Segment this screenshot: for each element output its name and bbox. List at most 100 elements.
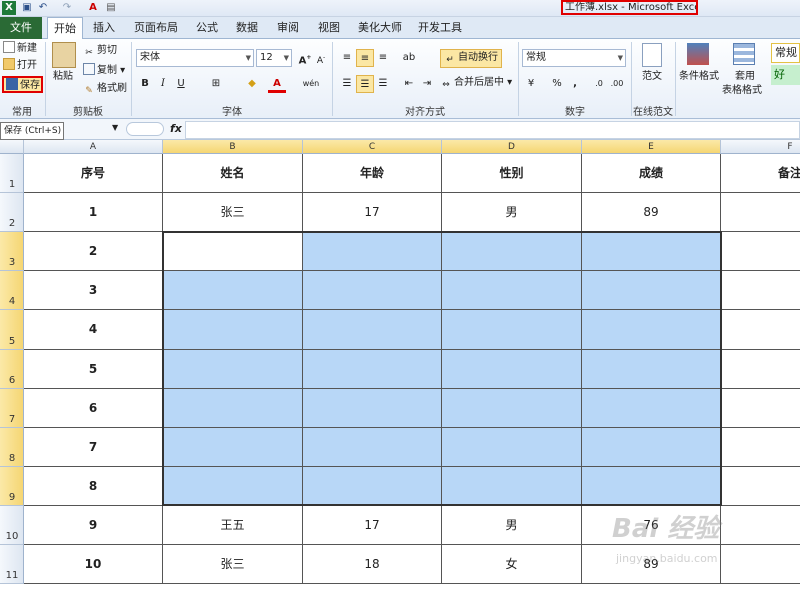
cell-c10[interactable]: 17: [303, 506, 442, 545]
column-header-b[interactable]: B: [163, 140, 303, 154]
select-all-corner[interactable]: [0, 140, 24, 154]
undo-icon[interactable]: ↶: [36, 1, 50, 15]
save-icon[interactable]: ▣: [20, 1, 34, 15]
percent-button[interactable]: %: [548, 75, 566, 93]
cell-f1[interactable]: 备注: [721, 154, 800, 193]
cell-f3[interactable]: [721, 232, 800, 271]
open-button[interactable]: 打开: [3, 58, 37, 73]
style-normal[interactable]: 常规: [771, 43, 800, 63]
increase-indent-icon[interactable]: ⇥: [418, 75, 436, 93]
align-center-icon[interactable]: ☰: [356, 75, 374, 93]
tab-formulas[interactable]: 公式: [190, 17, 224, 39]
font-size-select[interactable]: 12 ▼: [256, 49, 292, 67]
row-header-9[interactable]: 9: [0, 467, 24, 506]
cell-c5[interactable]: [303, 310, 442, 350]
tab-view[interactable]: 视图: [312, 17, 346, 39]
style-good[interactable]: 好: [771, 65, 800, 85]
chevron-down-icon[interactable]: ▼: [112, 123, 118, 132]
wrap-text-button[interactable]: ↵ 自动换行: [440, 49, 502, 68]
tab-review[interactable]: 审阅: [271, 17, 305, 39]
cell-f7[interactable]: [721, 389, 800, 428]
cell-a8[interactable]: 7: [24, 428, 163, 467]
cell-b11[interactable]: 张三: [163, 545, 303, 584]
cell-d6[interactable]: [442, 350, 582, 389]
cell-f6[interactable]: [721, 350, 800, 389]
tab-data[interactable]: 数据: [230, 17, 264, 39]
cell-b8[interactable]: [163, 428, 303, 467]
row-header-7[interactable]: 7: [0, 389, 24, 428]
column-header-c[interactable]: C: [303, 140, 442, 154]
cell-d9[interactable]: [442, 467, 582, 506]
cell-c2[interactable]: 17: [303, 193, 442, 232]
cell-d1[interactable]: 性别: [442, 154, 582, 193]
tab-file[interactable]: 文件: [0, 17, 42, 39]
comma-button[interactable]: ,: [566, 75, 584, 93]
cell-a4[interactable]: 3: [24, 271, 163, 310]
cell-d7[interactable]: [442, 389, 582, 428]
cell-f8[interactable]: [721, 428, 800, 467]
align-left-icon[interactable]: ☰: [338, 75, 356, 93]
cell-c4[interactable]: [303, 271, 442, 310]
italic-button[interactable]: I: [154, 75, 172, 93]
tab-home[interactable]: 开始: [47, 17, 83, 40]
cell-c1[interactable]: 年龄: [303, 154, 442, 193]
cell-a3[interactable]: 2: [24, 232, 163, 271]
merge-center-button[interactable]: ⇔ 合并后居中 ▾: [440, 76, 512, 91]
cell-e4[interactable]: [582, 271, 721, 310]
cell-b2[interactable]: 张三: [163, 193, 303, 232]
cell-c3[interactable]: [303, 232, 442, 271]
tab-page-layout[interactable]: 页面布局: [130, 17, 182, 39]
row-header-1[interactable]: 1: [0, 154, 24, 193]
currency-icon[interactable]: ¥: [522, 75, 540, 93]
cell-d8[interactable]: [442, 428, 582, 467]
save-button[interactable]: 保存: [2, 76, 43, 93]
redo-icon[interactable]: ↷: [60, 1, 74, 15]
cell-b9[interactable]: [163, 467, 303, 506]
cell-e5[interactable]: [582, 310, 721, 350]
cell-e1[interactable]: 成绩: [582, 154, 721, 193]
row-header-4[interactable]: 4: [0, 271, 24, 310]
column-header-a[interactable]: A: [24, 140, 163, 154]
cell-b7[interactable]: [163, 389, 303, 428]
cell-a5[interactable]: 4: [24, 310, 163, 350]
format-painter-button[interactable]: ✎ 格式刷: [83, 82, 127, 97]
row-header-6[interactable]: 6: [0, 350, 24, 389]
formula-input[interactable]: [185, 121, 800, 139]
cell-d3[interactable]: [442, 232, 582, 271]
column-header-d[interactable]: D: [442, 140, 582, 154]
phonetic-icon[interactable]: wén: [302, 75, 320, 93]
decrease-decimal-icon[interactable]: .00: [608, 75, 626, 93]
row-header-8[interactable]: 8: [0, 428, 24, 467]
cell-c9[interactable]: [303, 467, 442, 506]
cell-c8[interactable]: [303, 428, 442, 467]
cell-e8[interactable]: [582, 428, 721, 467]
paste-icon[interactable]: [52, 42, 76, 68]
cell-c7[interactable]: [303, 389, 442, 428]
cell-a2[interactable]: 1: [24, 193, 163, 232]
cell-b10[interactable]: 王五: [163, 506, 303, 545]
cell-c11[interactable]: 18: [303, 545, 442, 584]
cell-e2[interactable]: 89: [582, 193, 721, 232]
cell-e6[interactable]: [582, 350, 721, 389]
cell-d10[interactable]: 男: [442, 506, 582, 545]
align-top-icon[interactable]: ≡: [338, 49, 356, 67]
cell-c6[interactable]: [303, 350, 442, 389]
table-format-icon[interactable]: [733, 43, 755, 65]
cell-b3[interactable]: [163, 232, 303, 271]
cell-d2[interactable]: 男: [442, 193, 582, 232]
cell-a1[interactable]: 序号: [24, 154, 163, 193]
borders-icon[interactable]: ⊞: [207, 75, 225, 93]
fill-color-icon[interactable]: ◆: [243, 75, 261, 93]
table-format-button-line2[interactable]: 表格格式: [722, 84, 762, 98]
font-name-select[interactable]: 宋体 ▼: [136, 49, 254, 67]
column-header-e[interactable]: E: [582, 140, 721, 154]
underline-button[interactable]: U: [172, 75, 190, 93]
cell-b4[interactable]: [163, 271, 303, 310]
number-format-select[interactable]: 常规 ▼: [522, 49, 626, 67]
align-bottom-icon[interactable]: ≡: [374, 49, 392, 67]
row-header-10[interactable]: 10: [0, 506, 24, 545]
align-middle-icon[interactable]: ≡: [356, 49, 374, 67]
document-template-icon[interactable]: [642, 43, 662, 67]
cell-a7[interactable]: 6: [24, 389, 163, 428]
cell-b5[interactable]: [163, 310, 303, 350]
